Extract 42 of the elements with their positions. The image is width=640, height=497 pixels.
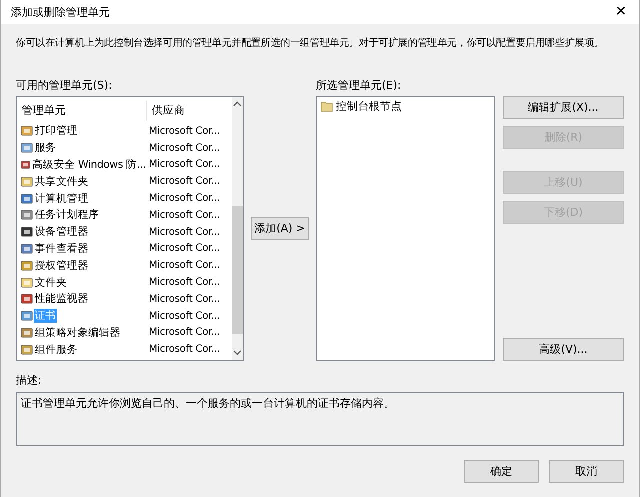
vendor-cell-text: Microsoft Cor... [148, 193, 220, 204]
vendor-cell-text: Microsoft Cor... [148, 243, 220, 254]
dialog-button[interactable]: 确定 [464, 460, 539, 483]
close-button[interactable]: ✕ [611, 4, 631, 20]
column-header[interactable]: 管理单元 [17, 101, 147, 121]
vendor-cell-text: Microsoft Cor... [148, 260, 220, 272]
snapin-name[interactable]: 组件服务 [34, 342, 79, 357]
snapin-name[interactable]: 设备管理器 [34, 225, 90, 240]
snapin-name[interactable]: 组策略对象编辑器 [34, 326, 122, 340]
snapin-name[interactable]: 授权管理器 [34, 258, 90, 273]
column-header[interactable]: 供应商 [147, 101, 232, 121]
snapin-name[interactable]: 事件查看器 [34, 242, 90, 256]
action-button[interactable]: 高级(V)... [503, 338, 624, 361]
snapin-name[interactable]: 服务 [34, 141, 58, 156]
snapin-name[interactable]: 任务计划程序 [34, 208, 100, 222]
tree-node[interactable]: 控制台根节点 [336, 99, 402, 114]
vendor-cell-text: Microsoft Cor... [148, 294, 220, 305]
vendor-cell-text: Microsoft Cor... [148, 142, 220, 154]
vendor-cell-text: Microsoft Cor... [148, 126, 220, 137]
snapin-name[interactable]: 性能监视器 [34, 292, 90, 306]
vendor-cell-text: Microsoft Cor... [148, 159, 220, 170]
dialog-button[interactable]: 取消 [549, 460, 624, 483]
window-title: 添加或删除管理单元 [11, 4, 110, 20]
snapin-name[interactable]: 计算机管理 [34, 192, 90, 206]
snapin-name[interactable]: 共享文件夹 [34, 174, 90, 189]
intro-text: 你可以在计算机上为此控制台选择可用的管理单元并配置所选的一组管理单元。对于可扩展的管理单元，你可以配置要启用哪些扩展项。 [16, 36, 606, 50]
description-text: 证书管理单元允许你浏览自己的、一个服务的或一台计算机的证书存储内容。 [21, 397, 395, 410]
vendor-cell-text: Microsoft Cor... [148, 344, 220, 356]
snapin-name[interactable]: 高级安全 Windows 防... [32, 158, 147, 172]
list-label: 可用的管理单元(S): [16, 78, 114, 93]
action-button[interactable]: 编辑扩展(X)... [503, 96, 624, 119]
snapin-name[interactable]: 文件夹 [34, 276, 68, 290]
vendor-cell-text: Microsoft Cor... [148, 327, 220, 338]
add-button[interactable]: 添加(A) > [251, 217, 309, 240]
description-label: 描述: [16, 373, 43, 388]
list-label: 所选管理单元(E): [316, 78, 402, 93]
vendor-cell-text: Microsoft Cor... [148, 210, 220, 221]
vendor-cell-text: Microsoft Cor... [148, 226, 220, 238]
vendor-cell-text: Microsoft Cor... [148, 176, 220, 188]
snapin-name[interactable]: 打印管理 [34, 124, 79, 138]
vendor-cell-text: Microsoft Cor... [148, 277, 220, 288]
vendor-cell-text: Microsoft Cor... [148, 310, 220, 322]
